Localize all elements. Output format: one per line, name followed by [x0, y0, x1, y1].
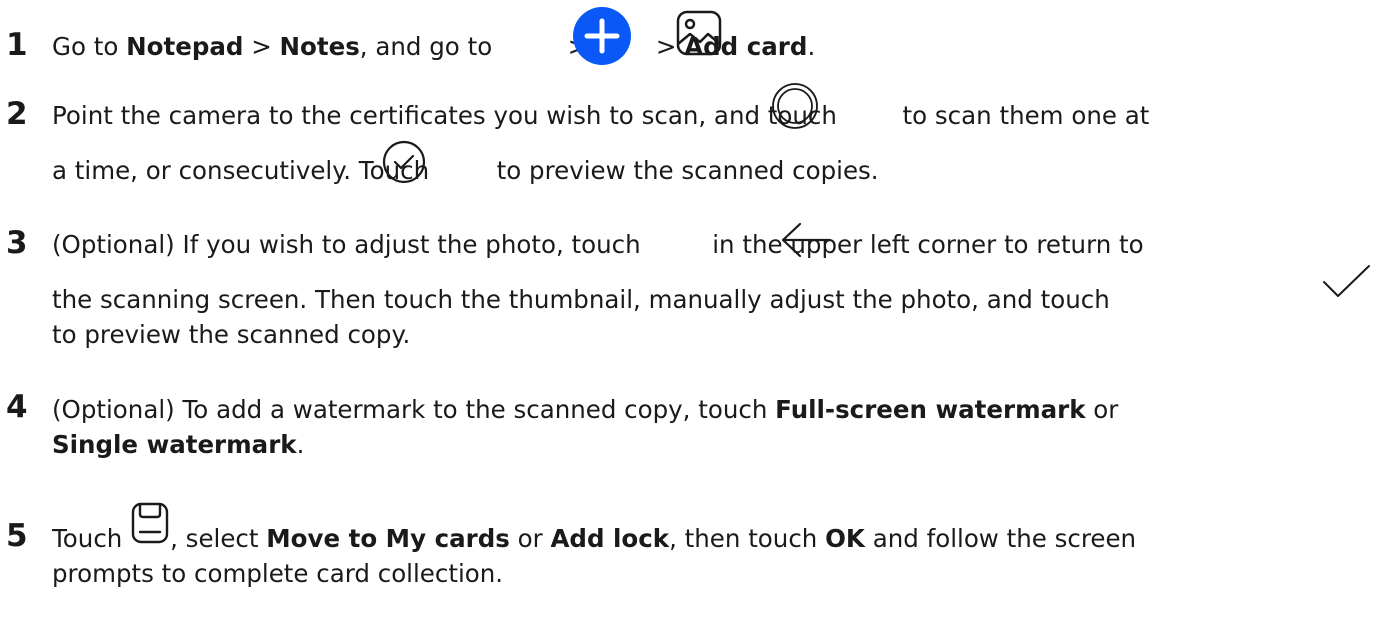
step-text: (Optional) If you wish to adjust the pho…: [52, 230, 1144, 259]
image-icon: [676, 10, 722, 56]
back-arrow-icon: [781, 222, 832, 258]
step-text: Single watermark.: [52, 430, 305, 459]
add-circle-icon: [573, 7, 631, 65]
step-text: prompts to complete card collection.: [52, 559, 504, 588]
check-circle-icon: [382, 140, 426, 184]
shutter-icon: [772, 83, 818, 129]
checkmark-icon: [1323, 265, 1370, 297]
step-number: 4: [6, 389, 28, 425]
save-icon: [131, 502, 169, 544]
step-text: a time, or consecutively. Touch to previ…: [52, 156, 879, 185]
step-number: 1: [6, 27, 28, 63]
step-number: 3: [6, 225, 28, 261]
step-text: Touch , select Move to My cards or Add l…: [52, 524, 1137, 553]
step-text: Point the camera to the certificates you…: [52, 101, 1150, 130]
step-number: 5: [6, 518, 28, 554]
step-text: (Optional) To add a watermark to the sca…: [52, 395, 1119, 424]
step-text: the scanning screen. Then touch the thum…: [52, 285, 1110, 314]
step-text: to preview the scanned copy.: [52, 320, 411, 349]
step-number: 2: [6, 96, 28, 132]
